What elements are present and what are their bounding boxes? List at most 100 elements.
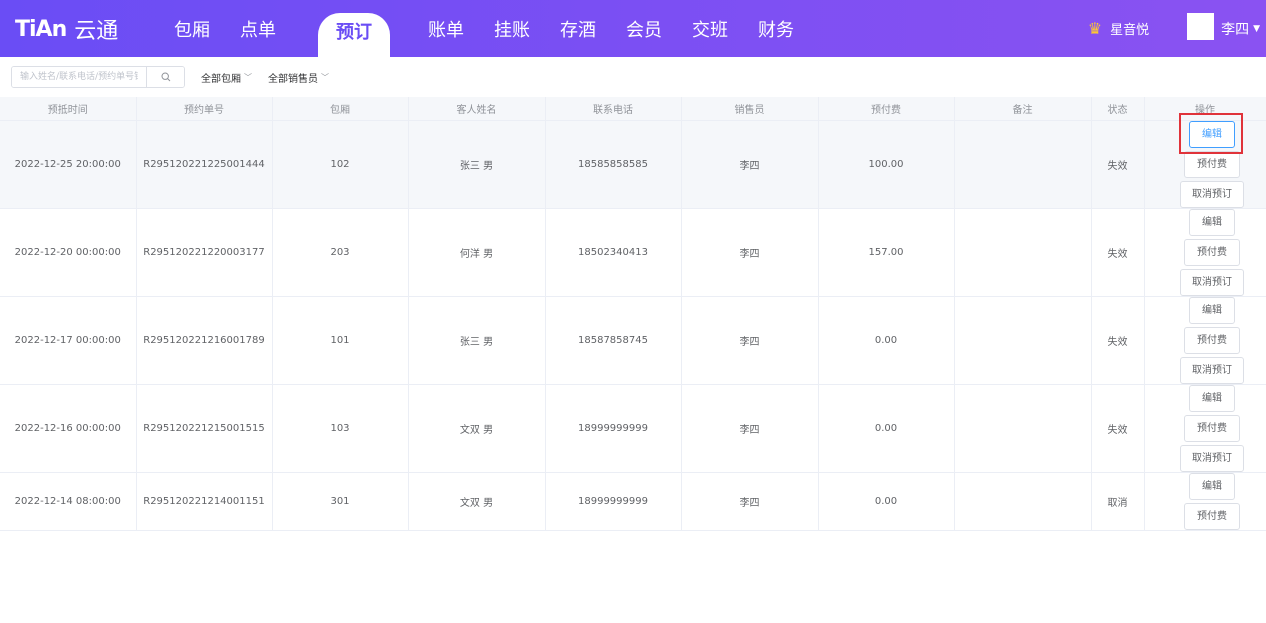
cell-guest: 张三 男	[408, 296, 546, 385]
cell-status: 失效	[1091, 208, 1145, 297]
seller-filter-label: 全部销售员	[268, 73, 318, 85]
search-icon	[160, 72, 170, 82]
cell-note	[954, 472, 1092, 531]
cell-phone: 18587858745	[545, 296, 682, 385]
store-name: 星音悦	[1110, 23, 1150, 38]
search-box	[11, 66, 185, 88]
table-row: 2022-12-17 00:00:00 R295120221216001789 …	[0, 296, 1266, 385]
nav-item-wine-storage[interactable]: 存酒	[556, 16, 600, 42]
room-filter-label: 全部包厢	[201, 73, 241, 85]
search-button[interactable]	[146, 67, 184, 87]
cell-phone: 18999999999	[545, 472, 682, 531]
cell-guest: 文双 男	[408, 384, 546, 473]
room-filter-dropdown[interactable]: 全部包厢 ﹀	[201, 70, 252, 85]
cell-status: 取消	[1091, 472, 1145, 531]
column-header: 预约单号	[136, 97, 273, 121]
nav-item-finance[interactable]: 财务	[754, 16, 798, 42]
cell-room: 301	[272, 472, 409, 531]
cell-arrival-time: 2022-12-14 08:00:00	[0, 472, 137, 531]
cell-prepaid: 0.00	[818, 384, 955, 473]
cell-note	[954, 384, 1092, 473]
seller-filter-dropdown[interactable]: 全部销售员 ﹀	[268, 70, 329, 85]
table-row: 2022-12-16 00:00:00 R295120221215001515 …	[0, 384, 1266, 473]
nav-item-rooms[interactable]: 包厢	[170, 16, 214, 42]
prepay-button[interactable]: 预付费	[1184, 414, 1240, 442]
table-row: 2022-12-14 08:00:00 R295120221214001151 …	[0, 472, 1266, 531]
cell-room: 203	[272, 208, 409, 297]
edit-button[interactable]: 编辑	[1189, 120, 1235, 148]
chevron-down-icon: ﹀	[244, 72, 252, 82]
app-logo: TiAn 云通	[15, 14, 119, 45]
header-right: ♛ 星音悦 李四 ▼	[1088, 0, 1266, 57]
cancel-reservation-button[interactable]: 取消预订	[1180, 444, 1244, 472]
prepay-button[interactable]: 预付费	[1184, 326, 1240, 354]
cell-phone: 18585858585	[545, 120, 682, 209]
cell-actions: 编辑 预付费 取消预订	[1144, 384, 1266, 473]
cell-seller: 李四	[681, 384, 819, 473]
cell-room: 101	[272, 296, 409, 385]
column-header: 预付费	[818, 97, 955, 121]
column-header: 预抵时间	[0, 97, 137, 121]
nav-item-shift[interactable]: 交班	[688, 16, 732, 42]
cell-phone: 18502340413	[545, 208, 682, 297]
cell-status: 失效	[1091, 384, 1145, 473]
cell-status: 失效	[1091, 296, 1145, 385]
cell-order-no: R295120221215001515	[136, 384, 273, 473]
store-selector[interactable]: ♛ 星音悦	[1088, 19, 1149, 38]
cell-arrival-time: 2022-12-20 00:00:00	[0, 208, 137, 297]
cancel-reservation-button[interactable]: 取消预订	[1180, 180, 1244, 208]
edit-button[interactable]: 编辑	[1189, 384, 1235, 412]
cell-prepaid: 0.00	[818, 296, 955, 385]
cell-actions: 编辑 预付费 取消预订	[1144, 208, 1266, 297]
prepay-button[interactable]: 预付费	[1184, 238, 1240, 266]
cell-room: 102	[272, 120, 409, 209]
nav-item-reservation[interactable]: 预订	[318, 13, 390, 57]
column-header: 备注	[954, 97, 1092, 121]
prepay-button[interactable]: 预付费	[1184, 150, 1240, 178]
cell-phone: 18999999999	[545, 384, 682, 473]
cell-room: 103	[272, 384, 409, 473]
column-header: 销售员	[681, 97, 819, 121]
table-row: 2022-12-25 20:00:00 R295120221225001444 …	[0, 113, 1266, 209]
nav-item-bills[interactable]: 账单	[424, 16, 468, 42]
logo-text: 云通	[74, 19, 119, 44]
cell-seller: 李四	[681, 296, 819, 385]
cell-seller: 李四	[681, 208, 819, 297]
reservation-table: 预抵时间 预约单号 包厢 客人姓名 联系电话 销售员 预付费 备注 状态 操作 …	[0, 97, 1266, 531]
cell-prepaid: 100.00	[818, 120, 955, 209]
cell-order-no: R295120221216001789	[136, 296, 273, 385]
search-input[interactable]	[12, 67, 146, 87]
top-header: TiAn 云通 包厢 点单 预订 账单 挂账 存酒 会员 交班 财务 ♛ 星音悦…	[0, 0, 1266, 57]
cell-actions: 编辑 预付费 取消预订	[1144, 113, 1266, 209]
cell-actions: 编辑 预付费	[1144, 472, 1266, 531]
cell-seller: 李四	[681, 120, 819, 209]
cell-order-no: R295120221214001151	[136, 472, 273, 531]
cell-guest: 何洋 男	[408, 208, 546, 297]
nav-item-order[interactable]: 点单	[236, 16, 280, 42]
edit-button[interactable]: 编辑	[1189, 296, 1235, 324]
cancel-reservation-button[interactable]: 取消预订	[1180, 268, 1244, 296]
table-header-row: 预抵时间 预约单号 包厢 客人姓名 联系电话 销售员 预付费 备注 状态 操作	[0, 97, 1266, 121]
user-name[interactable]: 李四	[1221, 19, 1249, 39]
edit-button[interactable]: 编辑	[1189, 208, 1235, 236]
cell-note	[954, 120, 1092, 209]
cell-arrival-time: 2022-12-16 00:00:00	[0, 384, 137, 473]
nav-item-members[interactable]: 会员	[622, 16, 666, 42]
column-header: 包厢	[272, 97, 409, 121]
cell-order-no: R295120221220003177	[136, 208, 273, 297]
prepay-button[interactable]: 预付费	[1184, 502, 1240, 530]
caret-down-icon[interactable]: ▼	[1253, 24, 1260, 34]
edit-button[interactable]: 编辑	[1189, 472, 1235, 500]
avatar[interactable]	[1187, 13, 1215, 40]
filter-bar: 全部包厢 ﹀ 全部销售员 ﹀	[0, 57, 1266, 97]
column-header: 状态	[1091, 97, 1145, 121]
cell-arrival-time: 2022-12-17 00:00:00	[0, 296, 137, 385]
column-header: 操作	[1144, 97, 1266, 121]
cell-seller: 李四	[681, 472, 819, 531]
cell-actions: 编辑 预付费 取消预订	[1144, 296, 1266, 385]
nav-item-credit[interactable]: 挂账	[490, 16, 534, 42]
cell-note	[954, 208, 1092, 297]
cell-prepaid: 157.00	[818, 208, 955, 297]
cancel-reservation-button[interactable]: 取消预订	[1180, 356, 1244, 384]
cell-arrival-time: 2022-12-25 20:00:00	[0, 120, 137, 209]
